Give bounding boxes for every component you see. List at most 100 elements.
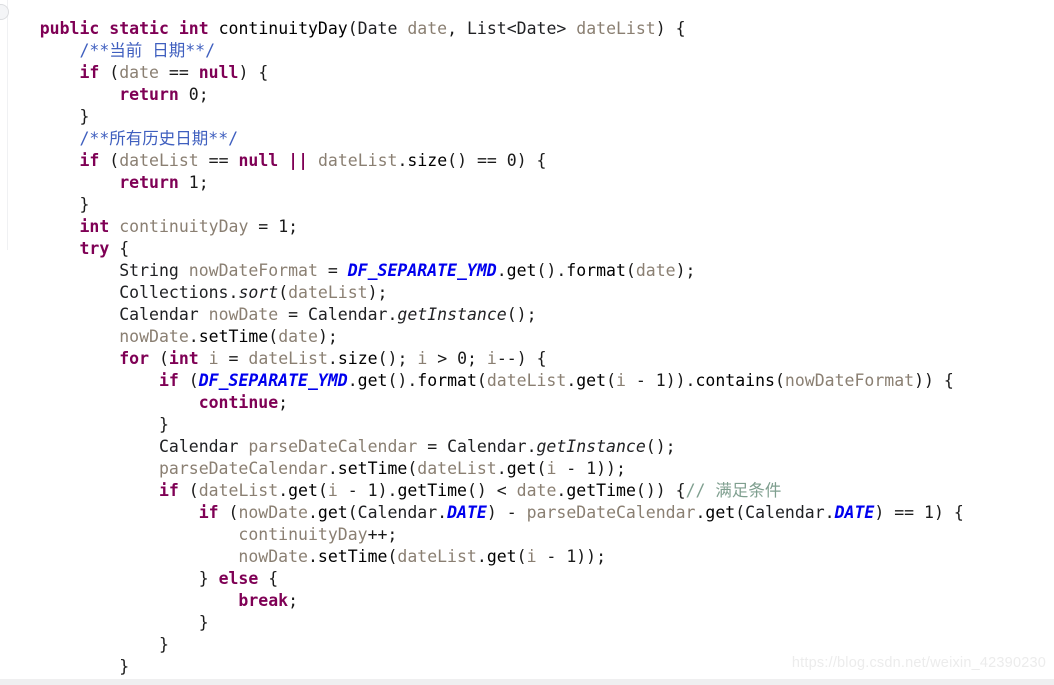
- token-pun: ) {: [933, 502, 964, 522]
- code-line[interactable]: if (dateList == null || dateList.size() …: [0, 150, 1054, 172]
- code-line[interactable]: Calendar parseDateCalendar = Calendar.ge…: [0, 436, 1054, 458]
- token-pun: ();: [645, 436, 676, 456]
- code-line[interactable]: try {: [0, 238, 1054, 260]
- code-line[interactable]: if (date == null) {: [0, 62, 1054, 84]
- token-pun: ) ==: [874, 502, 925, 522]
- token-cmt: // 满足条件: [685, 480, 782, 500]
- code-block[interactable]: public static int continuityDay(Date dat…: [0, 17, 1054, 685]
- horizontal-scrollbar[interactable]: [0, 679, 1054, 685]
- code-line[interactable]: }: [0, 106, 1054, 128]
- token-kw: try: [79, 238, 110, 258]
- token-pun: =: [248, 216, 279, 236]
- code-line[interactable]: String nowDateFormat = DF_SEPARATE_YMD.g…: [0, 260, 1054, 282]
- token-num: 0: [188, 84, 199, 104]
- token-id: get: [705, 502, 736, 522]
- code-line[interactable]: for (int i = dateList.size(); i > 0; i--…: [0, 348, 1054, 370]
- token-pun: (: [516, 546, 527, 566]
- code-line[interactable]: continuityDay++;: [0, 524, 1054, 546]
- code-line[interactable]: /**当前 日期**/: [0, 40, 1054, 62]
- code-line[interactable]: continue;: [0, 392, 1054, 414]
- token-id: get: [506, 458, 537, 478]
- token-kw: continue: [198, 392, 279, 412]
- code-line[interactable]: }: [0, 194, 1054, 216]
- token-pun: ().: [387, 370, 418, 390]
- token-num: 1: [924, 502, 934, 522]
- token-pun: [566, 19, 576, 38]
- token-pun: ==: [158, 62, 199, 82]
- token-var: dateList: [576, 18, 656, 38]
- token-pun: .: [347, 370, 358, 390]
- token-pun: (: [218, 502, 239, 522]
- token-pun: {: [258, 568, 279, 588]
- code-editor[interactable]: public static int continuityDay(Date dat…: [0, 0, 1054, 685]
- token-num: 1: [367, 480, 378, 500]
- token-num: 1: [566, 546, 577, 566]
- token-pun: ));: [596, 458, 626, 478]
- token-id: get: [317, 502, 348, 522]
- token-pun: .: [307, 502, 318, 522]
- token-pun: (: [407, 458, 418, 478]
- token-pun: [179, 85, 189, 104]
- code-line[interactable]: nowDate.setTime(dateList.get(i - 1));: [0, 546, 1054, 568]
- code-line[interactable]: }: [0, 612, 1054, 634]
- code-line[interactable]: Collections.sort(dateList);: [0, 282, 1054, 304]
- token-pun: >: [427, 348, 458, 368]
- code-line[interactable]: break;: [0, 590, 1054, 612]
- token-var: nowDate: [238, 502, 308, 522]
- code-line[interactable]: public static int continuityDay(Date dat…: [0, 18, 1054, 40]
- token-var: i: [486, 348, 497, 368]
- token-var: i: [417, 348, 428, 368]
- token-stat: DF_SEPARATE_YMD: [198, 370, 348, 390]
- token-id: get: [288, 480, 318, 500]
- code-line[interactable]: if (DF_SEPARATE_YMD.get().format(dateLis…: [0, 370, 1054, 392]
- token-kw: public: [39, 18, 100, 38]
- token-kw: null: [238, 150, 279, 170]
- code-line[interactable]: } else {: [0, 568, 1054, 590]
- token-pun: (: [178, 480, 199, 500]
- token-pun: (: [99, 62, 120, 82]
- token-pun: [199, 349, 209, 368]
- code-line[interactable]: Calendar nowDate = Calendar.getInstance(…: [0, 304, 1054, 326]
- token-kw: else: [218, 568, 259, 588]
- token-pun: ;: [288, 216, 299, 236]
- token-pun: =: [218, 348, 249, 368]
- token-var: date: [635, 260, 676, 280]
- token-var: date: [516, 480, 557, 500]
- token-pun: (: [476, 370, 487, 390]
- token-kw: if: [158, 370, 179, 390]
- code-line[interactable]: int continuityDay = 1;: [0, 216, 1054, 238]
- token-pun: )).: [665, 370, 696, 390]
- code-line[interactable]: }: [0, 414, 1054, 436]
- token-typ: Date: [357, 18, 398, 38]
- token-pun: }: [79, 194, 90, 214]
- code-line[interactable]: /**所有历史日期**/: [0, 128, 1054, 150]
- token-pun: .: [327, 458, 338, 478]
- code-line[interactable]: parseDateCalendar.setTime(dateList.get(i…: [0, 458, 1054, 480]
- token-pun: (: [347, 18, 358, 38]
- token-var: nowDateFormat: [188, 260, 318, 280]
- code-line[interactable]: if (dateList.get(i - 1).getTime() < date…: [0, 480, 1054, 502]
- token-pun: (: [536, 458, 547, 478]
- code-line[interactable]: if (nowDate.get(Calendar.DATE) - parseDa…: [0, 502, 1054, 524]
- token-num: 0: [506, 150, 517, 170]
- token-var: date: [278, 326, 318, 346]
- code-line[interactable]: nowDate.setTime(date);: [0, 326, 1054, 348]
- token-pun: ) -: [486, 502, 527, 522]
- code-line[interactable]: return 0;: [0, 84, 1054, 106]
- code-line[interactable]: return 1;: [0, 172, 1054, 194]
- token-pun: (: [347, 502, 358, 522]
- token-pun: .: [188, 326, 199, 346]
- code-line[interactable]: }: [0, 634, 1054, 656]
- token-typ: Calendar: [308, 304, 388, 324]
- token-id: getTime: [566, 480, 636, 500]
- token-num: 1: [655, 370, 666, 390]
- token-var: dateList: [397, 546, 477, 566]
- token-id: continuityDay: [218, 18, 348, 38]
- token-pun: [278, 151, 288, 170]
